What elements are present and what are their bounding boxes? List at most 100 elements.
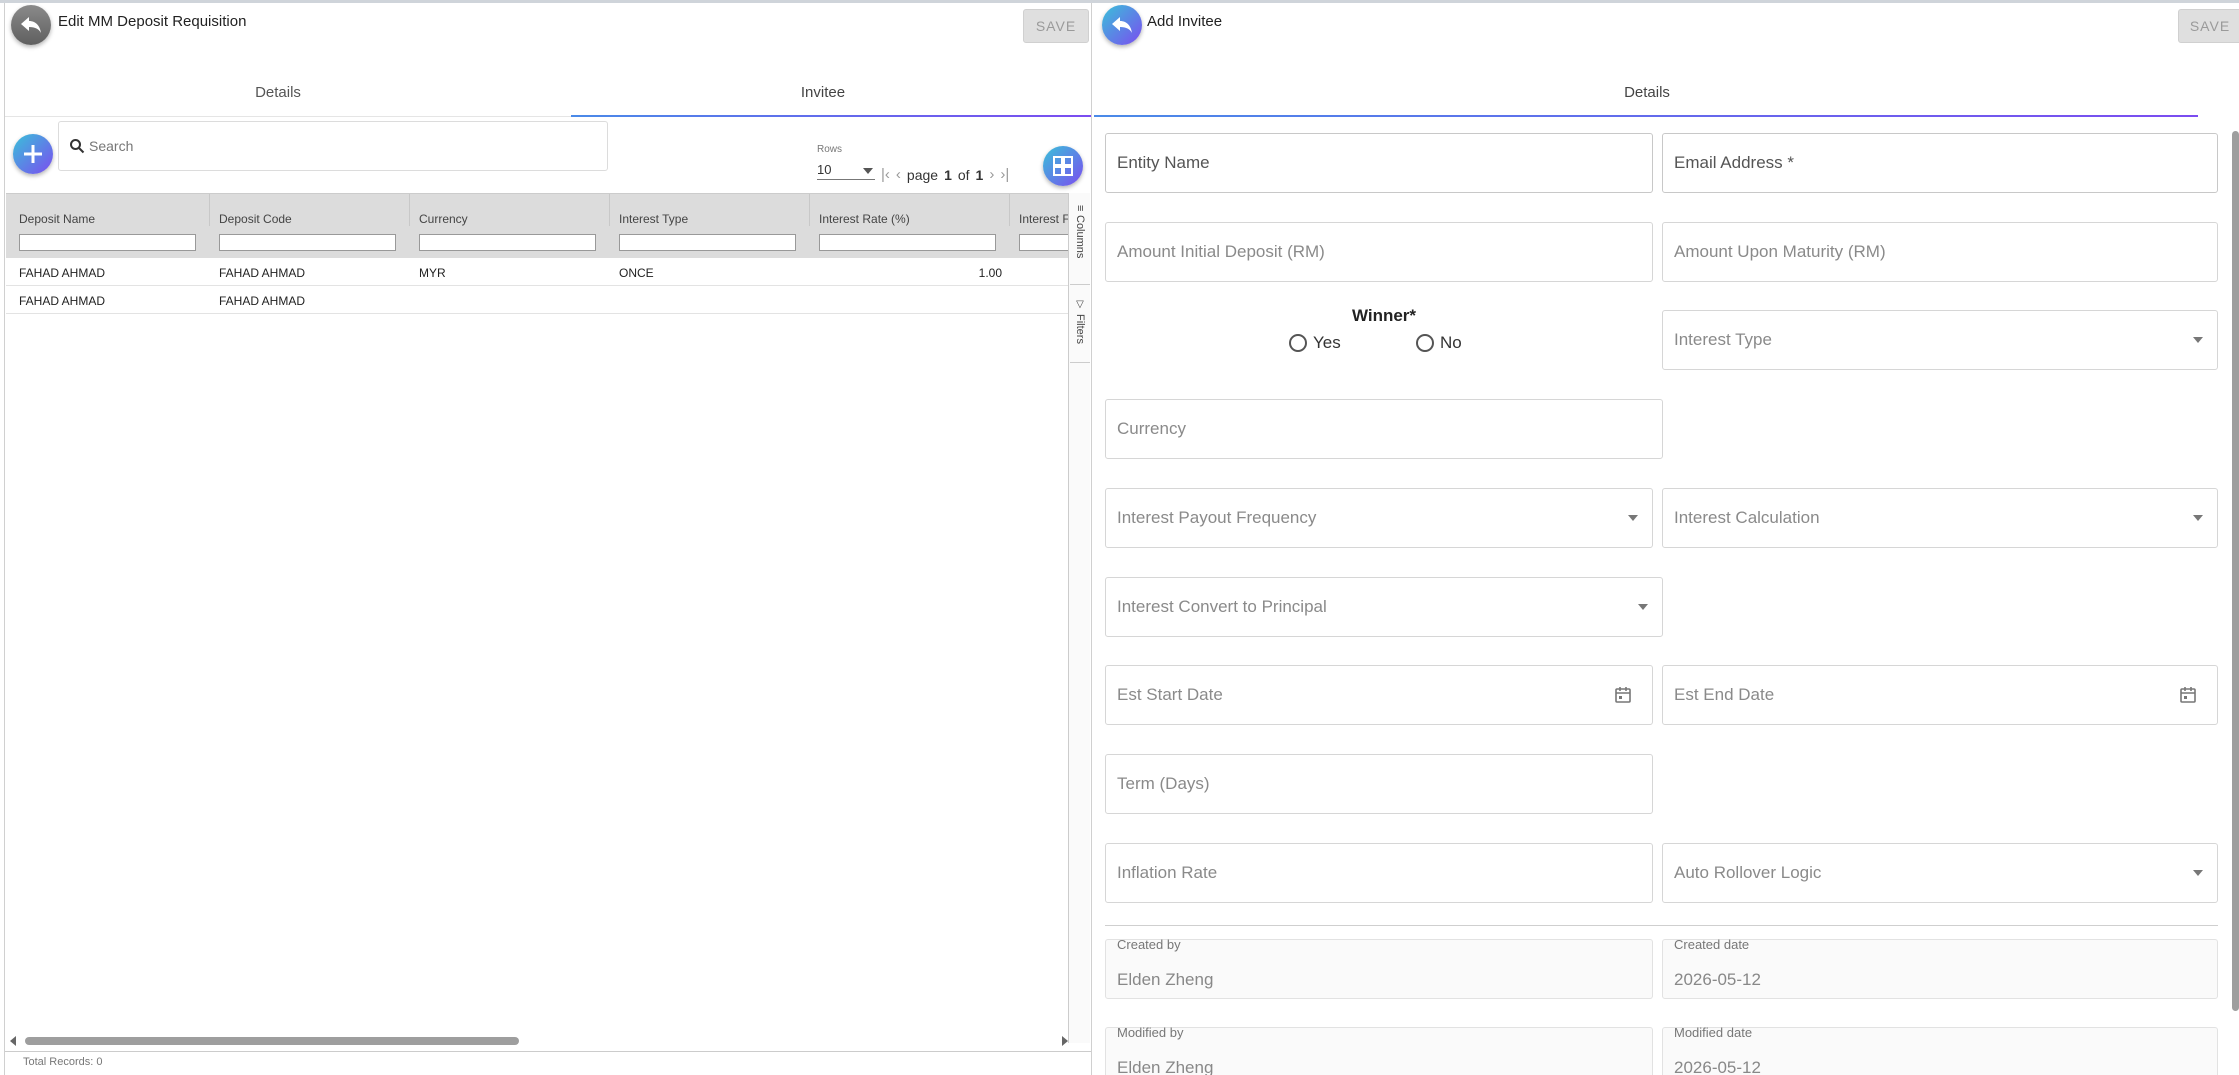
auto-rollover-logic-select[interactable]: Auto Rollover Logic — [1662, 843, 2218, 903]
winner-no-option[interactable]: No — [1416, 333, 1462, 353]
interest-calculation-select[interactable]: Interest Calculation — [1662, 488, 2218, 548]
cell-deposit-code: FAHAD AHMAD — [219, 266, 306, 280]
active-tab-indicator — [571, 115, 1091, 117]
filter-input-deposit-code[interactable] — [219, 234, 396, 251]
back-button[interactable] — [1102, 5, 1142, 45]
column-header-interest-frequency[interactable]: Interest F — [1019, 212, 1068, 226]
back-button[interactable] — [11, 5, 51, 45]
inflation-rate-field[interactable]: Inflation Rate — [1105, 843, 1653, 903]
filter-input-interest-type[interactable] — [619, 234, 796, 251]
winner-yes-label: Yes — [1313, 333, 1341, 352]
amount-upon-maturity-field[interactable]: Amount Upon Maturity (RM) — [1662, 222, 2218, 282]
vertical-scrollbar[interactable] — [2232, 121, 2239, 1021]
cell-interest-type: ONCE — [619, 266, 654, 280]
rows-per-page-select[interactable]: 10 — [817, 162, 875, 180]
plus-icon — [24, 145, 42, 163]
modified-by-value: Elden Zheng — [1117, 1058, 1214, 1075]
term-days-field[interactable]: Term (Days) — [1105, 754, 1653, 814]
table-row[interactable]: FAHAD AHMAD FAHAD AHMAD — [6, 286, 1068, 314]
page-of: of — [957, 166, 970, 183]
filter-input-interest-frequency[interactable] — [1019, 234, 1068, 251]
currency-field[interactable]: Currency — [1105, 399, 1663, 459]
est-start-date-field[interactable]: Est Start Date — [1105, 665, 1653, 725]
currency-placeholder: Currency — [1117, 419, 1186, 438]
column-separator[interactable] — [409, 194, 410, 226]
created-date-field: Created date 2026-05-12 — [1662, 937, 2218, 999]
tab-details[interactable]: Details — [5, 84, 551, 101]
filter-icon: ▽ — [1074, 299, 1086, 310]
last-page-icon[interactable]: ›| — [1000, 166, 1009, 183]
first-page-icon[interactable]: |‹ — [881, 166, 890, 183]
column-separator[interactable] — [609, 194, 610, 226]
column-separator[interactable] — [809, 194, 810, 226]
column-separator[interactable] — [209, 194, 210, 226]
chevron-down-icon — [863, 168, 873, 174]
modified-by-field: Modified by Elden Zheng — [1105, 1025, 1653, 1075]
interest-payout-frequency-select[interactable]: Interest Payout Frequency — [1105, 488, 1653, 548]
modified-date-label: Modified date — [1674, 1025, 1753, 1040]
interest-payout-frequency-placeholder: Interest Payout Frequency — [1117, 508, 1317, 527]
side-tool-strip: ≡ Columns ▽ Filters — [1068, 193, 1090, 1043]
winner-label: Winner* — [1351, 306, 1417, 325]
entity-name-field[interactable]: Entity Name — [1105, 133, 1653, 193]
scroll-left-icon[interactable] — [9, 1036, 17, 1046]
term-days-placeholder: Term (Days) — [1117, 774, 1210, 793]
filter-input-currency[interactable] — [419, 234, 596, 251]
chevron-down-icon — [1638, 604, 1648, 610]
add-button[interactable] — [13, 134, 53, 174]
rows-label: Rows — [817, 144, 843, 155]
cell-deposit-code: FAHAD AHMAD — [219, 294, 306, 308]
filter-input-deposit-name[interactable] — [19, 234, 196, 251]
columns-tool-tab[interactable]: ≡ Columns — [1070, 199, 1090, 285]
calendar-icon[interactable] — [1614, 686, 1632, 704]
chevron-down-icon — [2193, 515, 2203, 521]
modified-date-value: 2026-05-12 — [1674, 1058, 1761, 1075]
email-placeholder: Email Address * — [1674, 153, 1794, 172]
created-by-label: Created by — [1117, 937, 1181, 952]
prev-page-icon[interactable]: ‹ — [896, 166, 901, 183]
email-field[interactable]: Email Address * — [1662, 133, 2218, 193]
table-row[interactable]: FAHAD AHMAD FAHAD AHMAD MYR ONCE 1.00 — [6, 258, 1068, 286]
search-icon — [70, 139, 85, 154]
interest-type-select[interactable]: Interest Type — [1662, 310, 2218, 370]
search-box[interactable]: Search — [58, 121, 608, 171]
tab-invitee[interactable]: Invitee — [571, 84, 1075, 101]
search-input[interactable]: Search — [89, 138, 133, 154]
filter-input-interest-rate[interactable] — [819, 234, 996, 251]
column-header-interest-rate[interactable]: Interest Rate (%) — [819, 212, 910, 226]
est-end-date-field[interactable]: Est End Date — [1662, 665, 2218, 725]
page-prefix: page — [906, 166, 939, 183]
column-separator[interactable] — [1009, 194, 1010, 226]
winner-no-radio[interactable] — [1416, 334, 1434, 352]
horizontal-scrollbar-thumb[interactable] — [25, 1037, 519, 1045]
interest-convert-principal-select[interactable]: Interest Convert to Principal — [1105, 577, 1663, 637]
column-header-currency[interactable]: Currency — [419, 212, 468, 226]
column-header-interest-type[interactable]: Interest Type — [619, 212, 688, 226]
filters-tool-tab[interactable]: ▽ Filters — [1070, 293, 1090, 363]
created-by-value: Elden Zheng — [1117, 970, 1214, 989]
tab-details[interactable]: Details — [1094, 84, 2200, 101]
winner-group: Winner* — [1324, 306, 1444, 326]
chevron-down-icon — [1628, 515, 1638, 521]
horizontal-scrollbar[interactable] — [9, 1036, 1068, 1046]
calendar-icon[interactable] — [2179, 686, 2197, 704]
save-button[interactable]: SAVE — [2178, 9, 2239, 43]
vertical-scrollbar-thumb[interactable] — [2232, 131, 2239, 1011]
modified-by-label: Modified by — [1117, 1025, 1184, 1040]
scroll-right-icon[interactable] — [1061, 1036, 1069, 1046]
filters-tab-label: Filters — [1074, 314, 1086, 344]
column-header-deposit-code[interactable]: Deposit Code — [219, 212, 292, 226]
inflation-rate-placeholder: Inflation Rate — [1117, 863, 1218, 882]
chevron-down-icon — [2193, 870, 2203, 876]
next-page-icon[interactable]: › — [989, 166, 994, 183]
winner-yes-option[interactable]: Yes — [1289, 333, 1341, 353]
amount-initial-deposit-field[interactable]: Amount Initial Deposit (RM) — [1105, 222, 1653, 282]
auto-rollover-logic-placeholder: Auto Rollover Logic — [1674, 863, 1822, 882]
back-arrow-icon — [21, 17, 41, 33]
created-by-field: Created by Elden Zheng — [1105, 937, 1653, 999]
column-header-deposit-name[interactable]: Deposit Name — [19, 212, 95, 226]
entity-name-placeholder: Entity Name — [1117, 153, 1210, 172]
winner-yes-radio[interactable] — [1289, 334, 1307, 352]
layout-toggle-button[interactable] — [1043, 146, 1083, 186]
save-button[interactable]: SAVE — [1023, 9, 1089, 43]
